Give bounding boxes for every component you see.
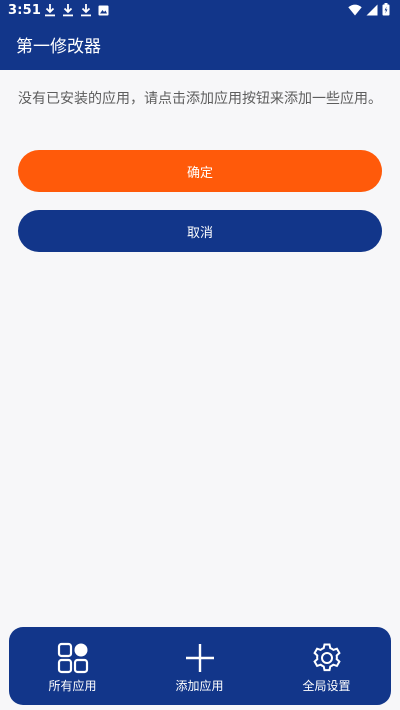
nav-label-global-settings: 全局设置 bbox=[302, 679, 351, 693]
nav-label-add-app: 添加应用 bbox=[175, 679, 224, 693]
download-icon bbox=[44, 3, 56, 17]
battery-icon bbox=[382, 3, 390, 16]
gear-icon bbox=[310, 641, 344, 675]
notification-icons bbox=[44, 3, 109, 17]
download-icon bbox=[62, 3, 74, 17]
app-bar: 第一修改器 bbox=[0, 24, 400, 70]
status-time: 3:51 bbox=[8, 3, 42, 18]
nav-label-all-apps: 所有应用 bbox=[48, 679, 97, 693]
cancel-button[interactable]: 取消 bbox=[18, 210, 382, 252]
confirm-button[interactable]: 确定 bbox=[18, 150, 382, 192]
plus-icon bbox=[183, 641, 217, 675]
nav-item-all-apps[interactable]: 所有应用 bbox=[9, 627, 136, 705]
wifi-icon bbox=[348, 4, 362, 16]
nav-item-add-app[interactable]: 添加应用 bbox=[136, 627, 263, 705]
empty-state-message: 没有已安装的应用，请点击添加应用按钮来添加一些应用。 bbox=[18, 91, 382, 107]
bottom-navigation: 所有应用 添加应用 全局设置 bbox=[9, 627, 391, 705]
app-title: 第一修改器 bbox=[16, 37, 101, 57]
nav-item-global-settings[interactable]: 全局设置 bbox=[263, 627, 390, 705]
download-icon bbox=[80, 3, 92, 17]
status-bar: 3:51 bbox=[0, 0, 400, 24]
image-notification-icon bbox=[98, 5, 109, 16]
apps-grid-icon bbox=[56, 641, 90, 675]
system-status-icons bbox=[348, 3, 390, 16]
signal-icon bbox=[366, 4, 378, 16]
